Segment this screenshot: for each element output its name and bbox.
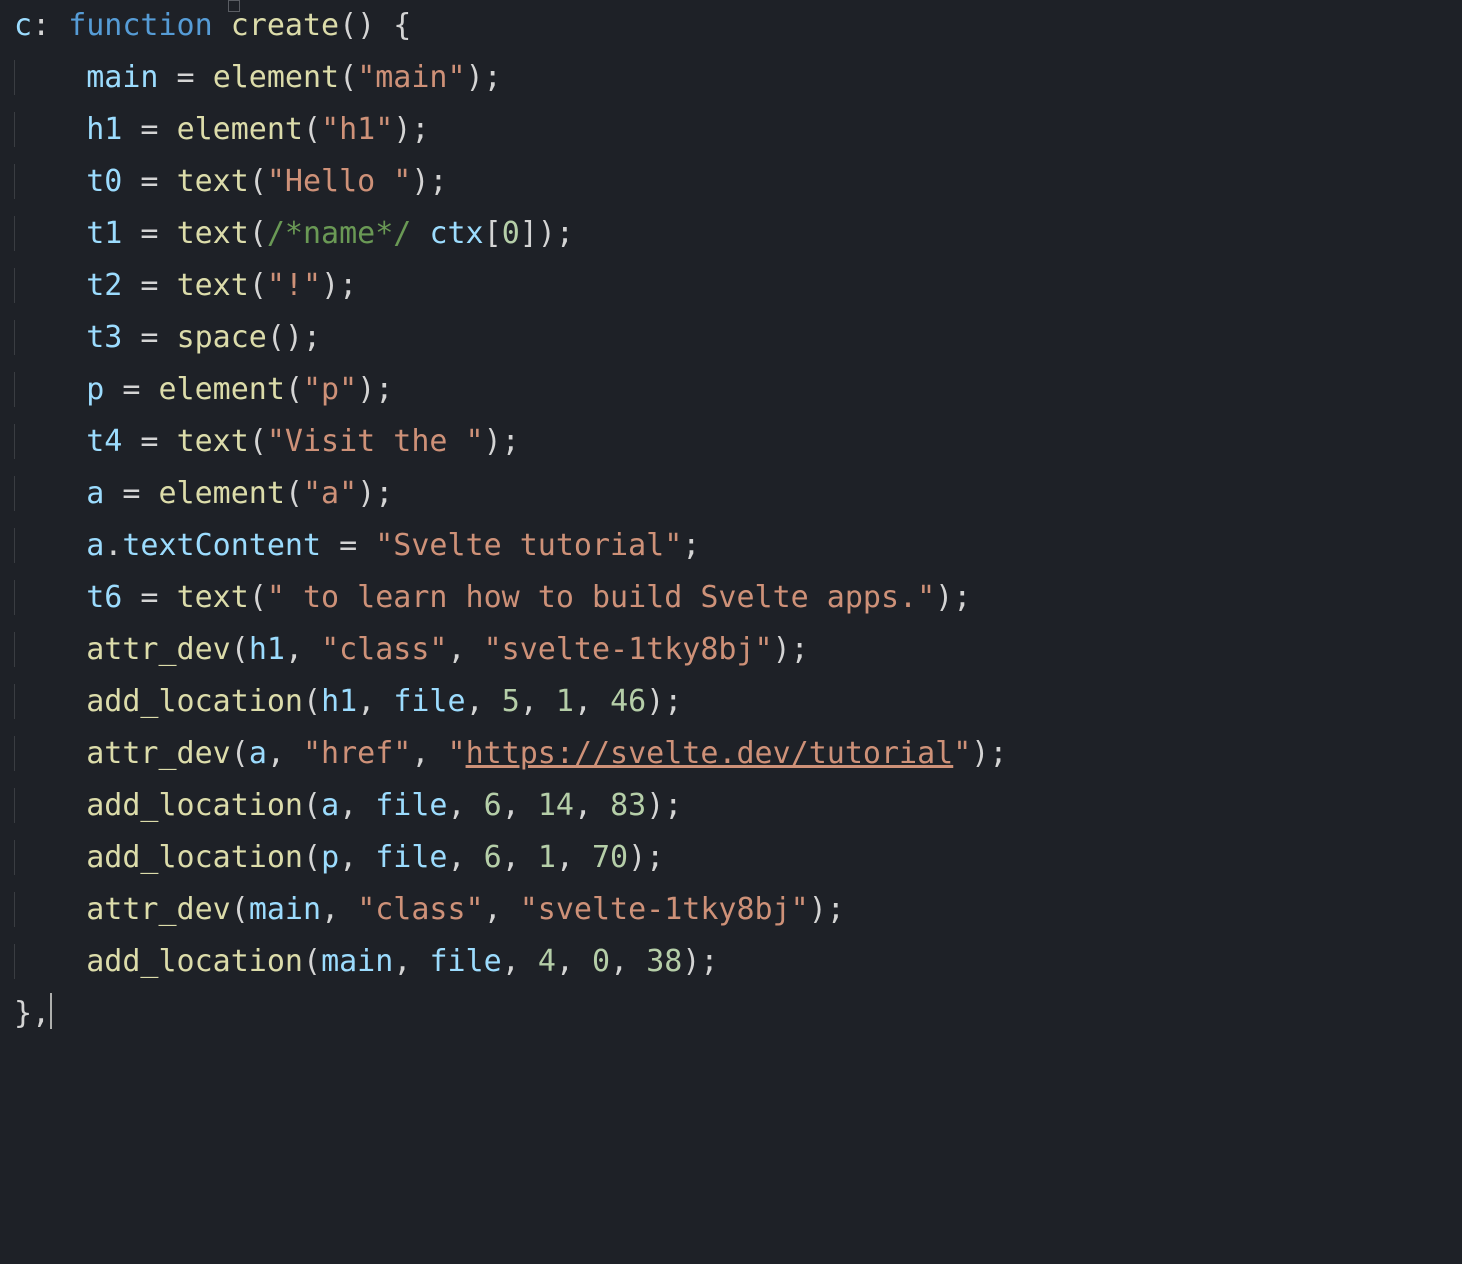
code-line: t4 = text("Visit the ");: [14, 424, 520, 459]
code-line: a = element("a");: [14, 476, 393, 511]
code-line: },: [14, 996, 52, 1031]
code-line: add_location(a, file, 6, 14, 83);: [14, 788, 682, 823]
token-property: c: [14, 8, 32, 43]
code-line: add_location(p, file, 6, 1, 70);: [14, 840, 664, 875]
code-line: p = element("p");: [14, 372, 393, 407]
code-line: h1 = element("h1");: [14, 112, 429, 147]
code-line: t6 = text(" to learn how to build Svelte…: [14, 580, 971, 615]
token-function-name: create: [231, 8, 339, 43]
code-line: t2 = text("!");: [14, 268, 357, 303]
code-line: add_location(main, file, 4, 0, 38);: [14, 944, 718, 979]
code-line: c: function create() {: [14, 8, 411, 43]
token-keyword: function: [68, 8, 213, 43]
code-line: t3 = space();: [14, 320, 321, 355]
code-line: t1 = text(/*name*/ ctx[0]);: [14, 216, 574, 251]
token-url: https://svelte.dev/tutorial: [466, 736, 954, 771]
code-line: attr_dev(a, "href", "https://svelte.dev/…: [14, 736, 1007, 771]
code-line: attr_dev(main, "class", "svelte-1tky8bj"…: [14, 892, 845, 927]
code-editor[interactable]: c: function create() { main = element("m…: [0, 0, 1462, 1040]
code-line: t0 = text("Hello ");: [14, 164, 448, 199]
code-line: add_location(h1, file, 5, 1, 46);: [14, 684, 682, 719]
code-line: a.textContent = "Svelte tutorial";: [14, 528, 700, 563]
text-cursor: [50, 993, 52, 1029]
code-line: attr_dev(h1, "class", "svelte-1tky8bj");: [14, 632, 809, 667]
code-line: main = element("main");: [14, 60, 502, 95]
